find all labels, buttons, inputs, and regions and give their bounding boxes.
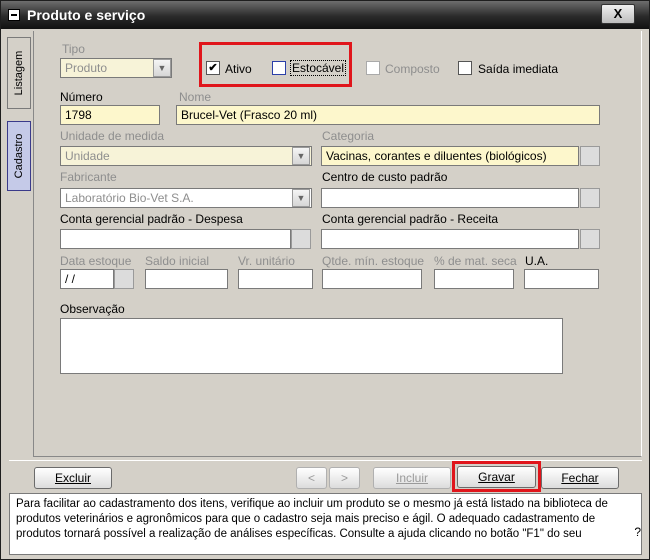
conta-receita-label: Conta gerencial padrão - Receita xyxy=(322,212,499,226)
tab-listagem-label: Listagem xyxy=(13,50,25,96)
saldo-inicial-field[interactable] xyxy=(145,269,228,289)
categoria-lookup-button[interactable] xyxy=(580,146,600,166)
centro-custo-label: Centro de custo padrão xyxy=(322,170,448,184)
ativo-label: Ativo xyxy=(225,62,252,76)
unidade-dropdown-icon[interactable]: ▼ xyxy=(292,147,310,165)
help-question-icon[interactable]: ? xyxy=(634,525,641,539)
composto-label: Composto xyxy=(385,62,440,76)
title-bar[interactable]: Produto e serviço X xyxy=(1,1,649,29)
gravar-button-label: Gravar xyxy=(478,470,515,484)
saldo-inicial-label: Saldo inicial xyxy=(145,254,210,268)
tipo-label: Tipo xyxy=(62,42,85,56)
form-panel: Tipo Produto ▼ ✔ Ativo Estocável Compost… xyxy=(33,31,642,457)
centro-custo-lookup-button[interactable] xyxy=(580,188,600,208)
estocavel-checkbox[interactable] xyxy=(272,61,286,75)
numero-label: Número xyxy=(60,90,103,104)
mat-seca-field[interactable] xyxy=(434,269,514,289)
tab-listagem[interactable]: Listagem xyxy=(7,37,31,109)
categoria-label: Categoria xyxy=(322,129,375,143)
fechar-button[interactable]: Fechar xyxy=(541,467,619,489)
tab-cadastro-label: Cadastro xyxy=(13,133,25,179)
data-estoque-label: Data estoque xyxy=(60,254,132,268)
centro-custo-field[interactable] xyxy=(321,188,579,208)
mat-seca-label: % de mat. seca xyxy=(434,254,517,268)
vr-unitario-label: Vr. unitário xyxy=(238,254,295,268)
tab-cadastro[interactable]: Cadastro xyxy=(7,121,31,191)
unidade-medida-select[interactable]: Unidade xyxy=(60,146,312,166)
observacao-textarea[interactable] xyxy=(60,318,563,374)
system-menu-icon[interactable] xyxy=(8,9,20,21)
conta-despesa-label: Conta gerencial padrão - Despesa xyxy=(60,212,243,226)
vr-unitario-field[interactable] xyxy=(238,269,313,289)
incluir-button-label: Incluir xyxy=(395,471,428,485)
help-text-box: Para facilitar ao cadastramento dos iten… xyxy=(9,493,642,555)
nome-label: Nome xyxy=(179,90,212,104)
fabricante-select[interactable]: Laboratório Bio-Vet S.A. xyxy=(60,188,312,208)
nome-field[interactable]: Brucel-Vet (Frasco 20 ml) xyxy=(176,105,600,125)
ativo-checkbox[interactable]: ✔ xyxy=(206,61,220,75)
conta-despesa-lookup-button[interactable] xyxy=(291,229,311,249)
fabricante-label: Fabricante xyxy=(60,170,117,184)
unidade-medida-label: Unidade de medida xyxy=(60,129,165,143)
close-button[interactable]: X xyxy=(601,4,635,24)
numero-field[interactable]: 1798 xyxy=(60,105,160,125)
fabricante-dropdown-icon[interactable]: ▼ xyxy=(292,189,310,207)
conta-despesa-field[interactable] xyxy=(60,229,291,249)
data-estoque-field[interactable]: / / xyxy=(60,269,114,289)
previous-button[interactable]: < xyxy=(296,467,327,489)
categoria-field[interactable]: Vacinas, corantes e diluentes (biológico… xyxy=(321,146,579,166)
conta-receita-lookup-button[interactable] xyxy=(580,229,600,249)
saida-imediata-label: Saída imediata xyxy=(478,62,559,76)
gravar-button[interactable]: Gravar xyxy=(457,466,536,488)
action-bar: Excluir < > Incluir Gravar Fechar xyxy=(9,460,642,492)
excluir-button-label: Excluir xyxy=(54,471,91,485)
qtde-min-estoque-field[interactable] xyxy=(322,269,422,289)
ua-label: U.A. xyxy=(525,254,549,268)
observacao-label: Observação xyxy=(60,302,125,316)
estocavel-label: Estocável xyxy=(290,60,347,76)
side-tabs: Listagem Cadastro xyxy=(7,37,31,457)
ua-field[interactable] xyxy=(524,269,599,289)
saida-imediata-checkbox[interactable] xyxy=(458,61,472,75)
fechar-button-label: Fechar xyxy=(561,471,599,485)
next-button[interactable]: > xyxy=(329,467,360,489)
qtde-min-estoque-label: Qtde. mín. estoque xyxy=(322,254,425,268)
window-title: Produto e serviço xyxy=(27,7,146,23)
product-service-window: Produto e serviço X Listagem Cadastro Ti… xyxy=(0,0,650,560)
conta-receita-field[interactable] xyxy=(321,229,579,249)
composto-checkbox xyxy=(366,61,380,75)
tipo-dropdown-icon[interactable]: ▼ xyxy=(153,59,171,77)
excluir-button[interactable]: Excluir xyxy=(34,467,112,489)
data-estoque-calendar-button[interactable] xyxy=(114,269,134,289)
incluir-button[interactable]: Incluir xyxy=(373,467,451,489)
